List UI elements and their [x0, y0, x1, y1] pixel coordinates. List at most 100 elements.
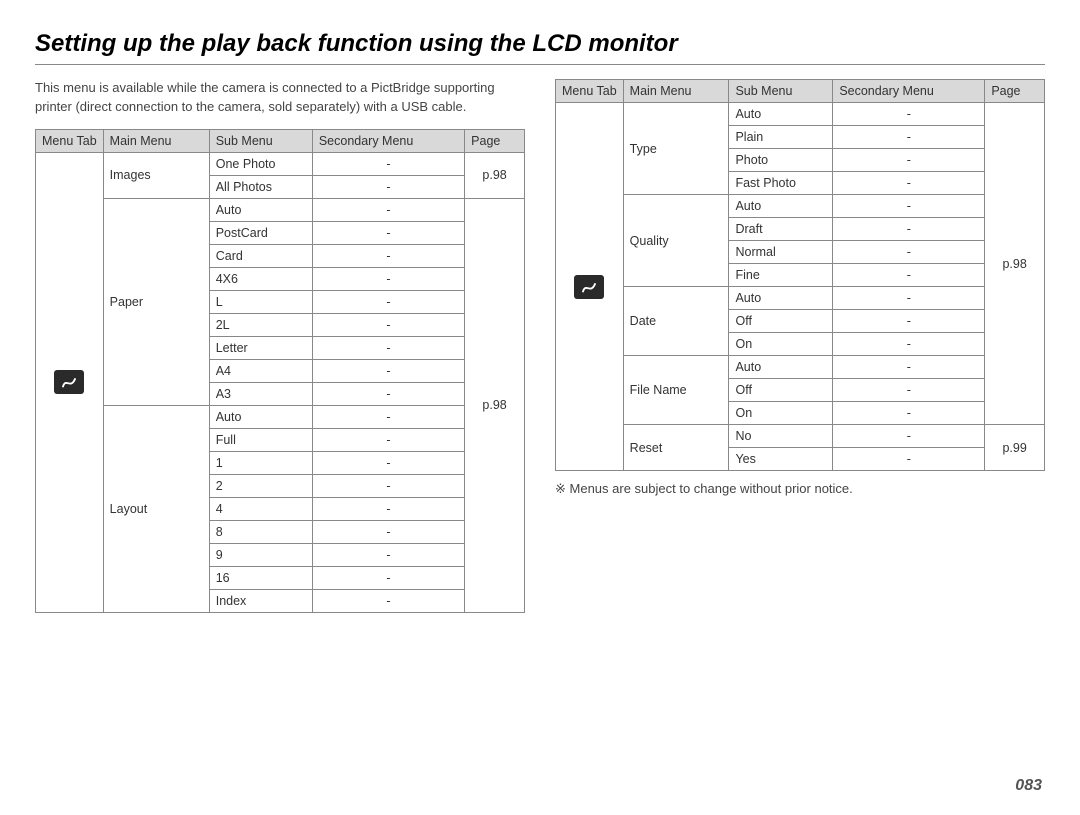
sub-menu-cell: Yes	[729, 448, 833, 471]
secondary-menu-cell: -	[833, 126, 985, 149]
secondary-menu-cell: -	[833, 287, 985, 310]
secondary-menu-cell: -	[833, 425, 985, 448]
secondary-menu-cell: -	[312, 221, 464, 244]
sub-menu-cell: All Photos	[209, 175, 312, 198]
right-column: Menu Tab Main Menu Sub Menu Secondary Me…	[555, 79, 1045, 613]
secondary-menu-cell: -	[312, 566, 464, 589]
right-menu-table: Menu Tab Main Menu Sub Menu Secondary Me…	[555, 79, 1045, 471]
sub-menu-cell: Off	[729, 310, 833, 333]
secondary-menu-cell: -	[312, 451, 464, 474]
pictbridge-icon	[574, 275, 604, 299]
left-menu-table: Menu Tab Main Menu Sub Menu Secondary Me…	[35, 129, 525, 613]
sub-menu-cell: 16	[209, 566, 312, 589]
sub-menu-cell: Normal	[729, 241, 833, 264]
pictbridge-icon	[54, 370, 84, 394]
main-menu-cell: Images	[103, 152, 209, 198]
sub-menu-cell: Auto	[209, 405, 312, 428]
secondary-menu-cell: -	[312, 543, 464, 566]
sub-menu-cell: 2	[209, 474, 312, 497]
secondary-menu-cell: -	[312, 267, 464, 290]
table-row: QualityAuto-	[556, 195, 1045, 218]
sub-menu-cell: Letter	[209, 336, 312, 359]
table-row: ResetNo-p.99	[556, 425, 1045, 448]
left-column: This menu is available while the camera …	[35, 79, 525, 613]
secondary-menu-cell: -	[312, 175, 464, 198]
secondary-menu-cell: -	[312, 405, 464, 428]
secondary-menu-cell: -	[833, 218, 985, 241]
th-page: Page	[465, 129, 525, 152]
table-row: File NameAuto-	[556, 356, 1045, 379]
main-menu-cell: Quality	[623, 195, 729, 287]
sub-menu-cell: 2L	[209, 313, 312, 336]
main-menu-cell: Paper	[103, 198, 209, 405]
main-menu-cell: File Name	[623, 356, 729, 425]
th-main-menu: Main Menu	[623, 80, 729, 103]
th-secondary-menu: Secondary Menu	[312, 129, 464, 152]
sub-menu-cell: A3	[209, 382, 312, 405]
secondary-menu-cell: -	[833, 402, 985, 425]
sub-menu-cell: Off	[729, 379, 833, 402]
page-cell: p.99	[985, 425, 1045, 471]
page-number: 083	[1015, 777, 1042, 795]
main-menu-cell: Reset	[623, 425, 729, 471]
menu-tab-cell	[556, 103, 624, 471]
table-row: DateAuto-	[556, 287, 1045, 310]
intro-text: This menu is available while the camera …	[35, 79, 525, 117]
th-secondary-menu: Secondary Menu	[833, 80, 985, 103]
secondary-menu-cell: -	[833, 379, 985, 402]
footnote: ※ Menus are subject to change without pr…	[555, 481, 1045, 497]
secondary-menu-cell: -	[312, 589, 464, 612]
secondary-menu-cell: -	[833, 264, 985, 287]
secondary-menu-cell: -	[833, 149, 985, 172]
sub-menu-cell: 4X6	[209, 267, 312, 290]
sub-menu-cell: On	[729, 333, 833, 356]
th-sub-menu: Sub Menu	[729, 80, 833, 103]
table-row: LayoutAuto-	[36, 405, 525, 428]
sub-menu-cell: Auto	[209, 198, 312, 221]
th-main-menu: Main Menu	[103, 129, 209, 152]
main-menu-cell: Layout	[103, 405, 209, 612]
th-page: Page	[985, 80, 1045, 103]
secondary-menu-cell: -	[312, 497, 464, 520]
page-cell: p.98	[465, 198, 525, 612]
sub-menu-cell: Auto	[729, 287, 833, 310]
secondary-menu-cell: -	[312, 336, 464, 359]
sub-menu-cell: No	[729, 425, 833, 448]
main-menu-cell: Type	[623, 103, 729, 195]
sub-menu-cell: L	[209, 290, 312, 313]
page-cell: p.98	[465, 152, 525, 198]
sub-menu-cell: Plain	[729, 126, 833, 149]
secondary-menu-cell: -	[312, 198, 464, 221]
secondary-menu-cell: -	[833, 241, 985, 264]
th-menu-tab: Menu Tab	[556, 80, 624, 103]
main-menu-cell: Date	[623, 287, 729, 356]
secondary-menu-cell: -	[312, 290, 464, 313]
sub-menu-cell: Auto	[729, 195, 833, 218]
secondary-menu-cell: -	[833, 356, 985, 379]
secondary-menu-cell: -	[833, 195, 985, 218]
sub-menu-cell: Index	[209, 589, 312, 612]
sub-menu-cell: Full	[209, 428, 312, 451]
page-cell: p.98	[985, 103, 1045, 425]
table-row: TypeAuto-p.98	[556, 103, 1045, 126]
sub-menu-cell: On	[729, 402, 833, 425]
sub-menu-cell: 9	[209, 543, 312, 566]
secondary-menu-cell: -	[312, 428, 464, 451]
sub-menu-cell: 1	[209, 451, 312, 474]
secondary-menu-cell: -	[312, 382, 464, 405]
secondary-menu-cell: -	[833, 333, 985, 356]
sub-menu-cell: A4	[209, 359, 312, 382]
secondary-menu-cell: -	[833, 172, 985, 195]
th-menu-tab: Menu Tab	[36, 129, 104, 152]
secondary-menu-cell: -	[312, 152, 464, 175]
secondary-menu-cell: -	[312, 244, 464, 267]
page-title: Setting up the play back function using …	[35, 30, 1045, 65]
sub-menu-cell: Photo	[729, 149, 833, 172]
secondary-menu-cell: -	[312, 313, 464, 336]
secondary-menu-cell: -	[833, 448, 985, 471]
sub-menu-cell: Fine	[729, 264, 833, 287]
sub-menu-cell: Auto	[729, 356, 833, 379]
sub-menu-cell: Fast Photo	[729, 172, 833, 195]
secondary-menu-cell: -	[312, 359, 464, 382]
secondary-menu-cell: -	[312, 520, 464, 543]
